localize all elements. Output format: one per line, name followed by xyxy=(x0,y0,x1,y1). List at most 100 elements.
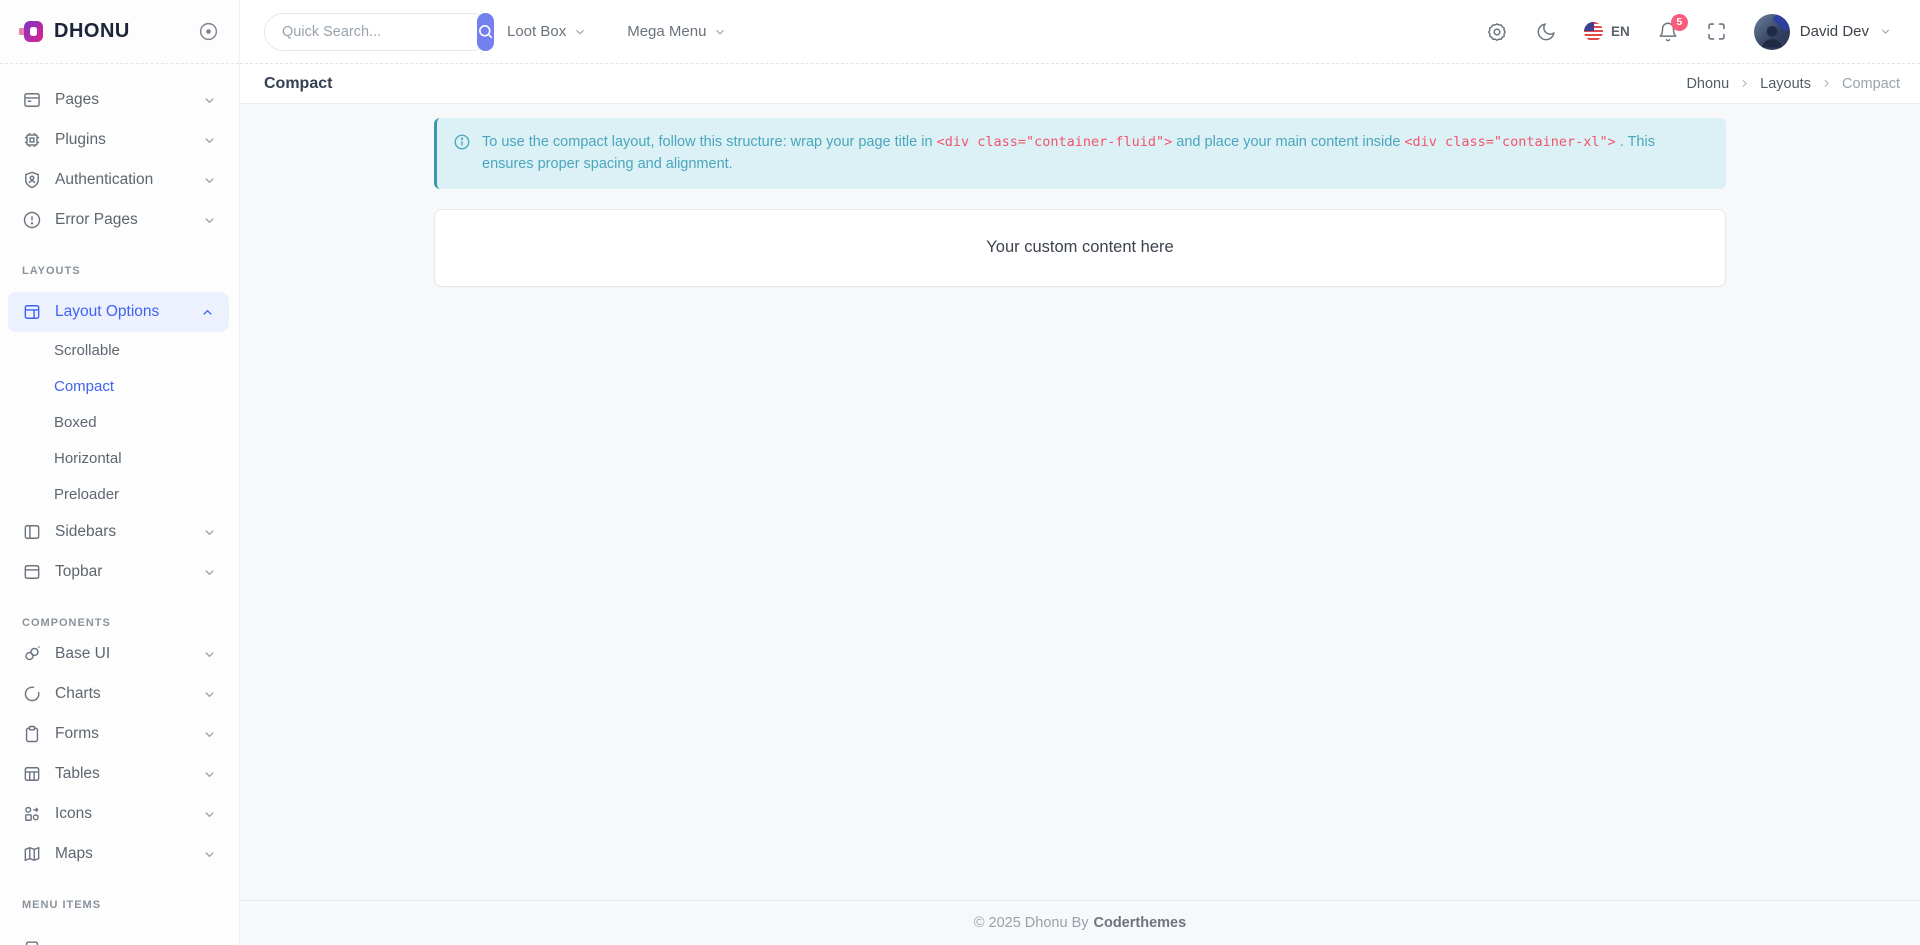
shapes-icon xyxy=(22,804,42,824)
gear-icon xyxy=(1486,21,1508,43)
sidebar-item-label: Forms xyxy=(55,725,189,743)
dark-mode-button[interactable] xyxy=(1535,21,1557,43)
user-menu[interactable]: David Dev xyxy=(1754,14,1892,50)
chevron-down-icon xyxy=(573,25,587,39)
chevron-down-icon xyxy=(202,767,217,782)
sidebar-item-charts[interactable]: Charts xyxy=(0,674,239,714)
sidebar-section-layouts: LAYOUTS xyxy=(0,260,239,282)
sidebar-item-topbar[interactable]: Topbar xyxy=(0,552,239,592)
chevron-down-icon xyxy=(202,525,217,540)
sidebar-nav: Pages Plugins Authentication Error Pages… xyxy=(0,64,239,945)
notifications-button[interactable]: 5 xyxy=(1657,21,1679,43)
sidebar-item-layout-options[interactable]: Layout Options xyxy=(8,292,229,332)
sidebar-item-partial[interactable] xyxy=(0,938,239,945)
sidebar-subitem-scrollable[interactable]: Scrollable xyxy=(0,332,239,368)
sidebar-item-label: Pages xyxy=(55,91,189,109)
breadcrumb-dhonu[interactable]: Dhonu xyxy=(1686,76,1729,92)
info-alert: To use the compact layout, follow this s… xyxy=(434,118,1726,189)
loot-box-menu[interactable]: Loot Box xyxy=(507,23,587,40)
sidebar-item-label: Topbar xyxy=(55,563,189,581)
mega-menu-label: Mega Menu xyxy=(627,23,706,40)
shield-user-icon xyxy=(22,170,42,190)
charts-icon xyxy=(22,684,42,704)
base-ui-icon xyxy=(22,644,42,664)
table-icon xyxy=(22,764,42,784)
panel-top-icon xyxy=(22,562,42,582)
mega-menu[interactable]: Mega Menu xyxy=(627,23,727,40)
sidebar-item-forms[interactable]: Forms xyxy=(0,714,239,754)
chevron-down-icon xyxy=(202,847,217,862)
sidebar-item-base-ui[interactable]: Base UI xyxy=(0,634,239,674)
sidebar-section-menu-items: MENU ITEMS xyxy=(0,894,239,916)
footer: © 2025 Dhonu By Coderthemes xyxy=(240,900,1920,945)
plugins-icon xyxy=(22,130,42,150)
breadcrumb-layouts[interactable]: Layouts xyxy=(1760,76,1811,92)
sidebar-item-pages[interactable]: Pages xyxy=(0,80,239,120)
chevron-down-icon xyxy=(202,727,217,742)
brand-name: DHONU xyxy=(54,20,130,43)
user-name: David Dev xyxy=(1800,23,1869,40)
search-input[interactable] xyxy=(265,24,477,40)
alert-circle-icon xyxy=(22,210,42,230)
sidebar-item-label: Tables xyxy=(55,765,189,783)
topbar-actions: EN 5 David Dev xyxy=(1486,14,1892,50)
fullscreen-icon xyxy=(1706,21,1727,42)
sidebar: DHONU Pages Plugins Authentic xyxy=(0,0,240,945)
sidebar-subitem-boxed[interactable]: Boxed xyxy=(0,404,239,440)
sidebar-toggle-icon[interactable] xyxy=(198,21,219,42)
sidebar-item-label: Error Pages xyxy=(55,211,189,229)
language-selector[interactable]: EN xyxy=(1584,22,1630,41)
sidebar-item-sidebars[interactable]: Sidebars xyxy=(0,512,239,552)
sidebar-item-maps[interactable]: Maps xyxy=(0,834,239,874)
sidebar-item-plugins[interactable]: Plugins xyxy=(0,120,239,160)
page-title-bar: Compact Dhonu Layouts Compact xyxy=(240,64,1920,104)
sidebar-item-label: Icons xyxy=(55,805,189,823)
clipboard-icon xyxy=(22,724,42,744)
page-title: Compact xyxy=(264,75,332,93)
sidebar-item-label: Maps xyxy=(55,845,189,863)
sidebar-item-authentication[interactable]: Authentication xyxy=(0,160,239,200)
chevron-down-icon xyxy=(202,807,217,822)
chevron-down-icon xyxy=(202,647,217,662)
settings-button[interactable] xyxy=(1486,21,1508,43)
chevron-down-icon xyxy=(202,173,217,188)
topbar: Loot Box Mega Menu EN xyxy=(240,0,1920,64)
main-content: To use the compact layout, follow this s… xyxy=(240,104,1920,900)
avatar xyxy=(1754,14,1790,50)
chevron-down-icon xyxy=(202,133,217,148)
sidebar-item-tables[interactable]: Tables xyxy=(0,754,239,794)
sidebar-item-label: Charts xyxy=(55,685,189,703)
sidebar-subitem-preloader[interactable]: Preloader xyxy=(0,476,239,512)
code-container-fluid: <div class="container-fluid"> xyxy=(937,134,1173,150)
us-flag-icon xyxy=(1584,22,1603,41)
info-icon xyxy=(453,133,471,176)
fullscreen-button[interactable] xyxy=(1706,21,1727,42)
pages-icon xyxy=(22,90,42,110)
chevron-right-icon xyxy=(1820,77,1833,90)
chevron-up-icon xyxy=(200,305,215,320)
chevron-down-icon xyxy=(1879,25,1892,38)
sidebar-subitem-horizontal[interactable]: Horizontal xyxy=(0,440,239,476)
sidebar-item-icons[interactable]: Icons xyxy=(0,794,239,834)
chevron-right-icon xyxy=(1738,77,1751,90)
copyright-text: © 2025 Dhonu By xyxy=(974,915,1089,931)
coderthemes-link[interactable]: Coderthemes xyxy=(1094,915,1187,931)
chevron-down-icon xyxy=(202,565,217,580)
brand-logo[interactable]: DHONU xyxy=(18,18,130,45)
chevron-down-icon xyxy=(713,25,727,39)
breadcrumb: Dhonu Layouts Compact xyxy=(1686,76,1900,92)
custom-content-text: Your custom content here xyxy=(986,238,1173,257)
sidebar-subitem-compact[interactable]: Compact xyxy=(0,368,239,404)
custom-content-card: Your custom content here xyxy=(434,209,1726,287)
chevron-down-icon xyxy=(202,93,217,108)
sidebar-item-label: Base UI xyxy=(55,645,189,663)
chevron-down-icon xyxy=(202,213,217,228)
code-container-xl: <div class="container-xl"> xyxy=(1404,134,1615,150)
sidebar-section-components: COMPONENTS xyxy=(0,612,239,634)
search-button[interactable] xyxy=(477,13,494,51)
breadcrumb-current: Compact xyxy=(1842,76,1900,92)
panel-left-icon xyxy=(22,522,42,542)
sidebar-item-error-pages[interactable]: Error Pages xyxy=(0,200,239,240)
search-icon xyxy=(477,23,494,40)
alert-text: To use the compact layout, follow this s… xyxy=(482,131,1708,176)
